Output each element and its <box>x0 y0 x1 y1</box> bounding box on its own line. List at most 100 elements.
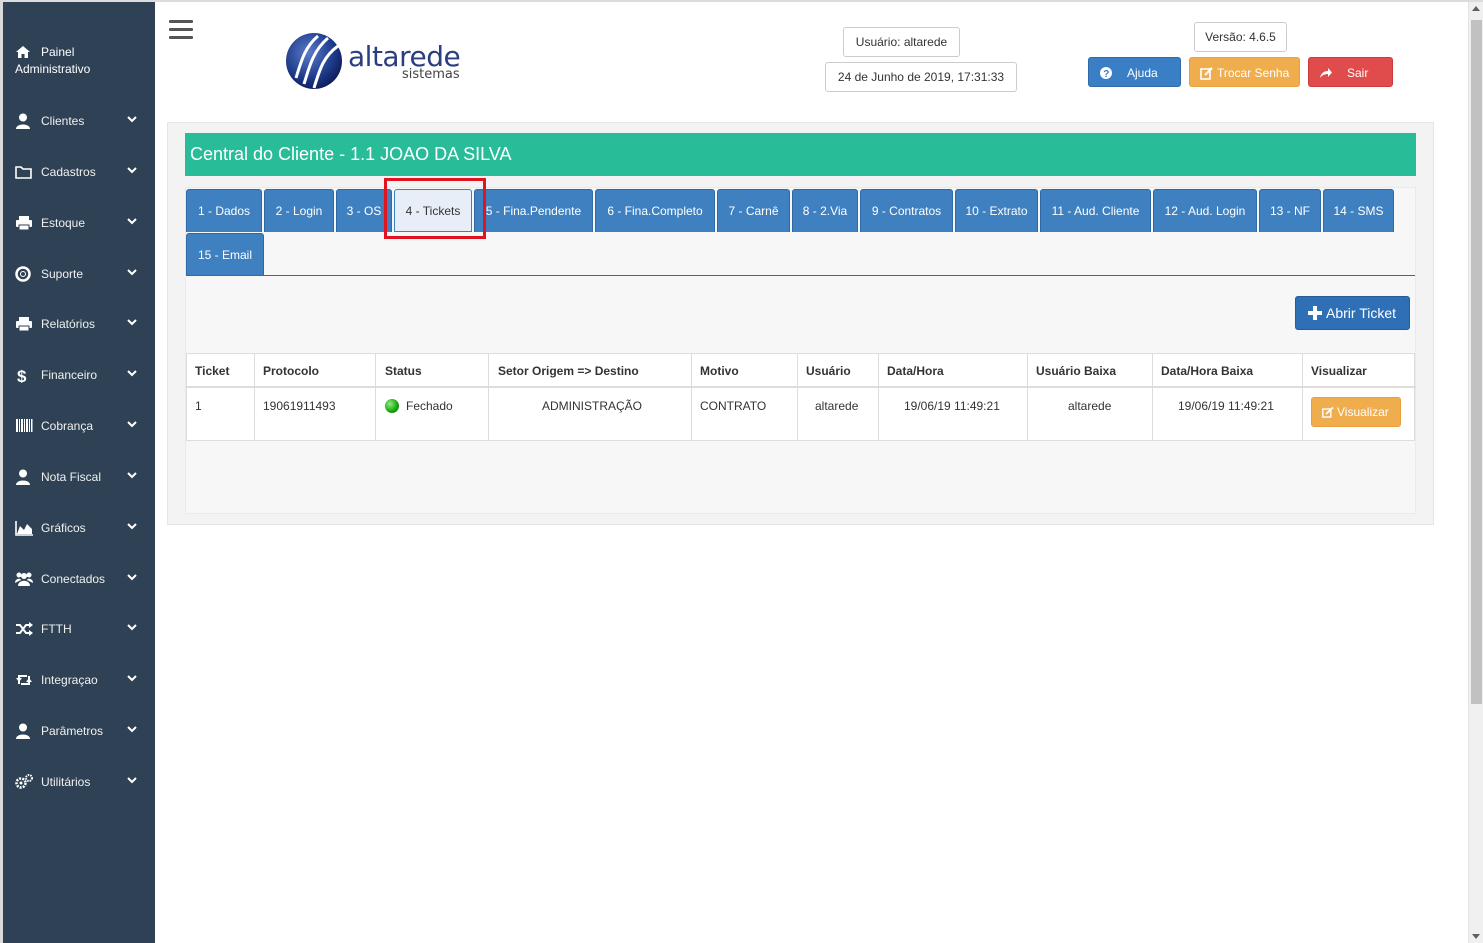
chevron-down-icon <box>127 116 137 123</box>
tickets-table: Ticket Protocolo Status Setor Origem => … <box>186 353 1416 441</box>
tab-tickets[interactable]: 4 - Tickets <box>394 189 472 232</box>
sidebar-item-cobranca[interactable]: Cobrança <box>3 406 155 446</box>
change-password-button[interactable]: Trocar Senha <box>1189 57 1300 87</box>
cell-protocolo: 19061911493 <box>263 399 336 413</box>
cell-usuario: altarede <box>815 399 859 413</box>
edit-icon <box>1200 67 1213 80</box>
sidebar-item-clientes[interactable]: Clientes <box>3 101 155 141</box>
tab-dados[interactable]: 1 - Dados <box>186 189 262 232</box>
tab-login[interactable]: 2 - Login <box>264 189 334 232</box>
chevron-down-icon <box>127 624 137 631</box>
chevron-down-icon <box>127 421 137 428</box>
sidebar-item-integracao[interactable]: Integraçao <box>3 660 155 700</box>
chevron-down-icon <box>127 218 137 225</box>
col-usuario-header: Usuário <box>806 364 851 378</box>
datetime-info: 24 de Junho de 2019, 17:31:33 <box>825 62 1017 92</box>
sidebar-item-utilitarios[interactable]: Utilitários <box>3 762 155 802</box>
scroll-down-arrow-icon[interactable] <box>1472 934 1480 939</box>
gears-icon <box>15 774 33 789</box>
cell-status: Fechado <box>406 399 453 413</box>
tab-extrato[interactable]: 10 - Extrato <box>955 189 1038 232</box>
sidebar-item-graficos[interactable]: Gráficos <box>3 508 155 548</box>
sidebar-item-financeiro[interactable]: $ Financeiro <box>3 355 155 395</box>
question-circle-icon: ? <box>1100 67 1112 80</box>
col-motivo-header: Motivo <box>700 364 739 378</box>
tab-2via[interactable]: 8 - 2.Via <box>792 189 858 232</box>
sidebar-item-label: Financeiro <box>41 368 98 382</box>
cell-data-hora: 19/06/19 11:49:21 <box>904 399 1000 413</box>
col-data-hora-header: Data/Hora <box>887 364 944 378</box>
share-arrow-icon <box>1320 68 1332 78</box>
sidebar-item-estoque[interactable]: Estoque <box>3 203 155 243</box>
sidebar-item-nota-fiscal[interactable]: Nota Fiscal <box>3 457 155 497</box>
tab-contratos[interactable]: 9 - Contratos <box>860 189 953 232</box>
open-ticket-button[interactable]: Abrir Ticket <box>1295 296 1410 330</box>
cell-data-hora-baixa: 19/06/19 11:49:21 <box>1178 399 1274 413</box>
tab-sms[interactable]: 14 - SMS <box>1323 189 1394 232</box>
tab-carne[interactable]: 7 - Carnê <box>717 189 790 232</box>
sidebar-item-suporte[interactable]: Suporte <box>3 254 155 294</box>
tab-email[interactable]: 15 - Email <box>186 233 264 276</box>
column-divider <box>375 354 376 440</box>
users-icon <box>15 572 33 586</box>
col-ticket-header: Ticket <box>195 364 230 378</box>
sidebar-item-label: Estoque <box>41 216 86 230</box>
tab-fina-completo[interactable]: 6 - Fina.Completo <box>595 189 715 232</box>
column-divider <box>488 354 489 440</box>
table-header-row: Ticket Protocolo Status Setor Origem => … <box>187 354 1416 388</box>
scrollbar-thumb[interactable] <box>1471 20 1482 704</box>
lifebuoy-icon <box>15 266 31 282</box>
logout-label: Sair <box>1347 66 1369 80</box>
tab-underline <box>186 275 1415 276</box>
sidebar-item-label: Utilitários <box>41 775 91 789</box>
sidebar-item-relatorios[interactable]: Relatórios <box>3 304 155 344</box>
logo-mark-icon <box>286 33 342 89</box>
sidebar-item-label: Cobrança <box>41 419 94 433</box>
chevron-down-icon <box>127 523 137 530</box>
chevron-down-icon <box>127 167 137 174</box>
change-password-label: Trocar Senha <box>1217 66 1290 80</box>
sidebar-item-label: Nota Fiscal <box>41 470 102 484</box>
tab-os[interactable]: 3 - OS <box>336 189 392 232</box>
column-divider <box>878 354 879 440</box>
user-icon <box>16 723 30 739</box>
folder-icon <box>15 166 32 179</box>
chevron-down-icon <box>127 269 137 276</box>
open-ticket-label: Abrir Ticket <box>1326 305 1397 321</box>
dollar-icon: $ <box>17 367 27 383</box>
col-data-hora-baixa-header: Data/Hora Baixa <box>1161 364 1254 378</box>
hamburger-line <box>169 36 193 39</box>
edit-icon <box>1322 407 1334 418</box>
sidebar-item-label: Conectados <box>41 572 106 586</box>
vertical-scrollbar[interactable] <box>1468 2 1483 943</box>
chevron-down-icon <box>127 777 137 784</box>
column-divider <box>797 354 798 440</box>
tab-fina-pendente[interactable]: 5 - Fina.Pendente <box>474 189 593 232</box>
sidebar-item-conectados[interactable]: Conectados <box>3 559 155 599</box>
sidebar-item-ftth[interactable]: FTTH <box>3 609 155 649</box>
plus-icon <box>1308 306 1322 320</box>
scroll-up-arrow-icon[interactable] <box>1472 6 1480 11</box>
printer-icon <box>16 216 32 231</box>
logo: altarede sistemas <box>284 28 474 94</box>
logout-button[interactable]: Sair <box>1308 57 1393 87</box>
tab-content <box>185 187 1416 514</box>
shuffle-icon <box>16 622 33 636</box>
sidebar-item-cadastros[interactable]: Cadastros <box>3 152 155 192</box>
hamburger-line <box>169 20 193 23</box>
logo-subtext: sistemas <box>402 67 460 82</box>
sidebar-item-parametros[interactable]: Parâmetros <box>3 711 155 751</box>
status-closed-icon <box>385 399 399 413</box>
help-button[interactable]: ? Ajuda <box>1088 57 1181 87</box>
tab-nf[interactable]: 13 - NF <box>1259 189 1321 232</box>
printer-icon <box>16 317 32 332</box>
user-icon <box>16 469 30 485</box>
sidebar-brand[interactable]: Painel Administrativo <box>15 44 145 78</box>
sidebar-item-label: Clientes <box>41 114 85 128</box>
chevron-down-icon <box>127 574 137 581</box>
sidebar-item-label: Relatórios <box>41 317 96 331</box>
tab-aud-login[interactable]: 12 - Aud. Login <box>1153 189 1257 232</box>
menu-toggle-button[interactable] <box>169 20 193 40</box>
tab-aud-cliente[interactable]: 11 - Aud. Cliente <box>1040 189 1151 232</box>
view-ticket-button[interactable]: Visualizar <box>1311 397 1401 427</box>
